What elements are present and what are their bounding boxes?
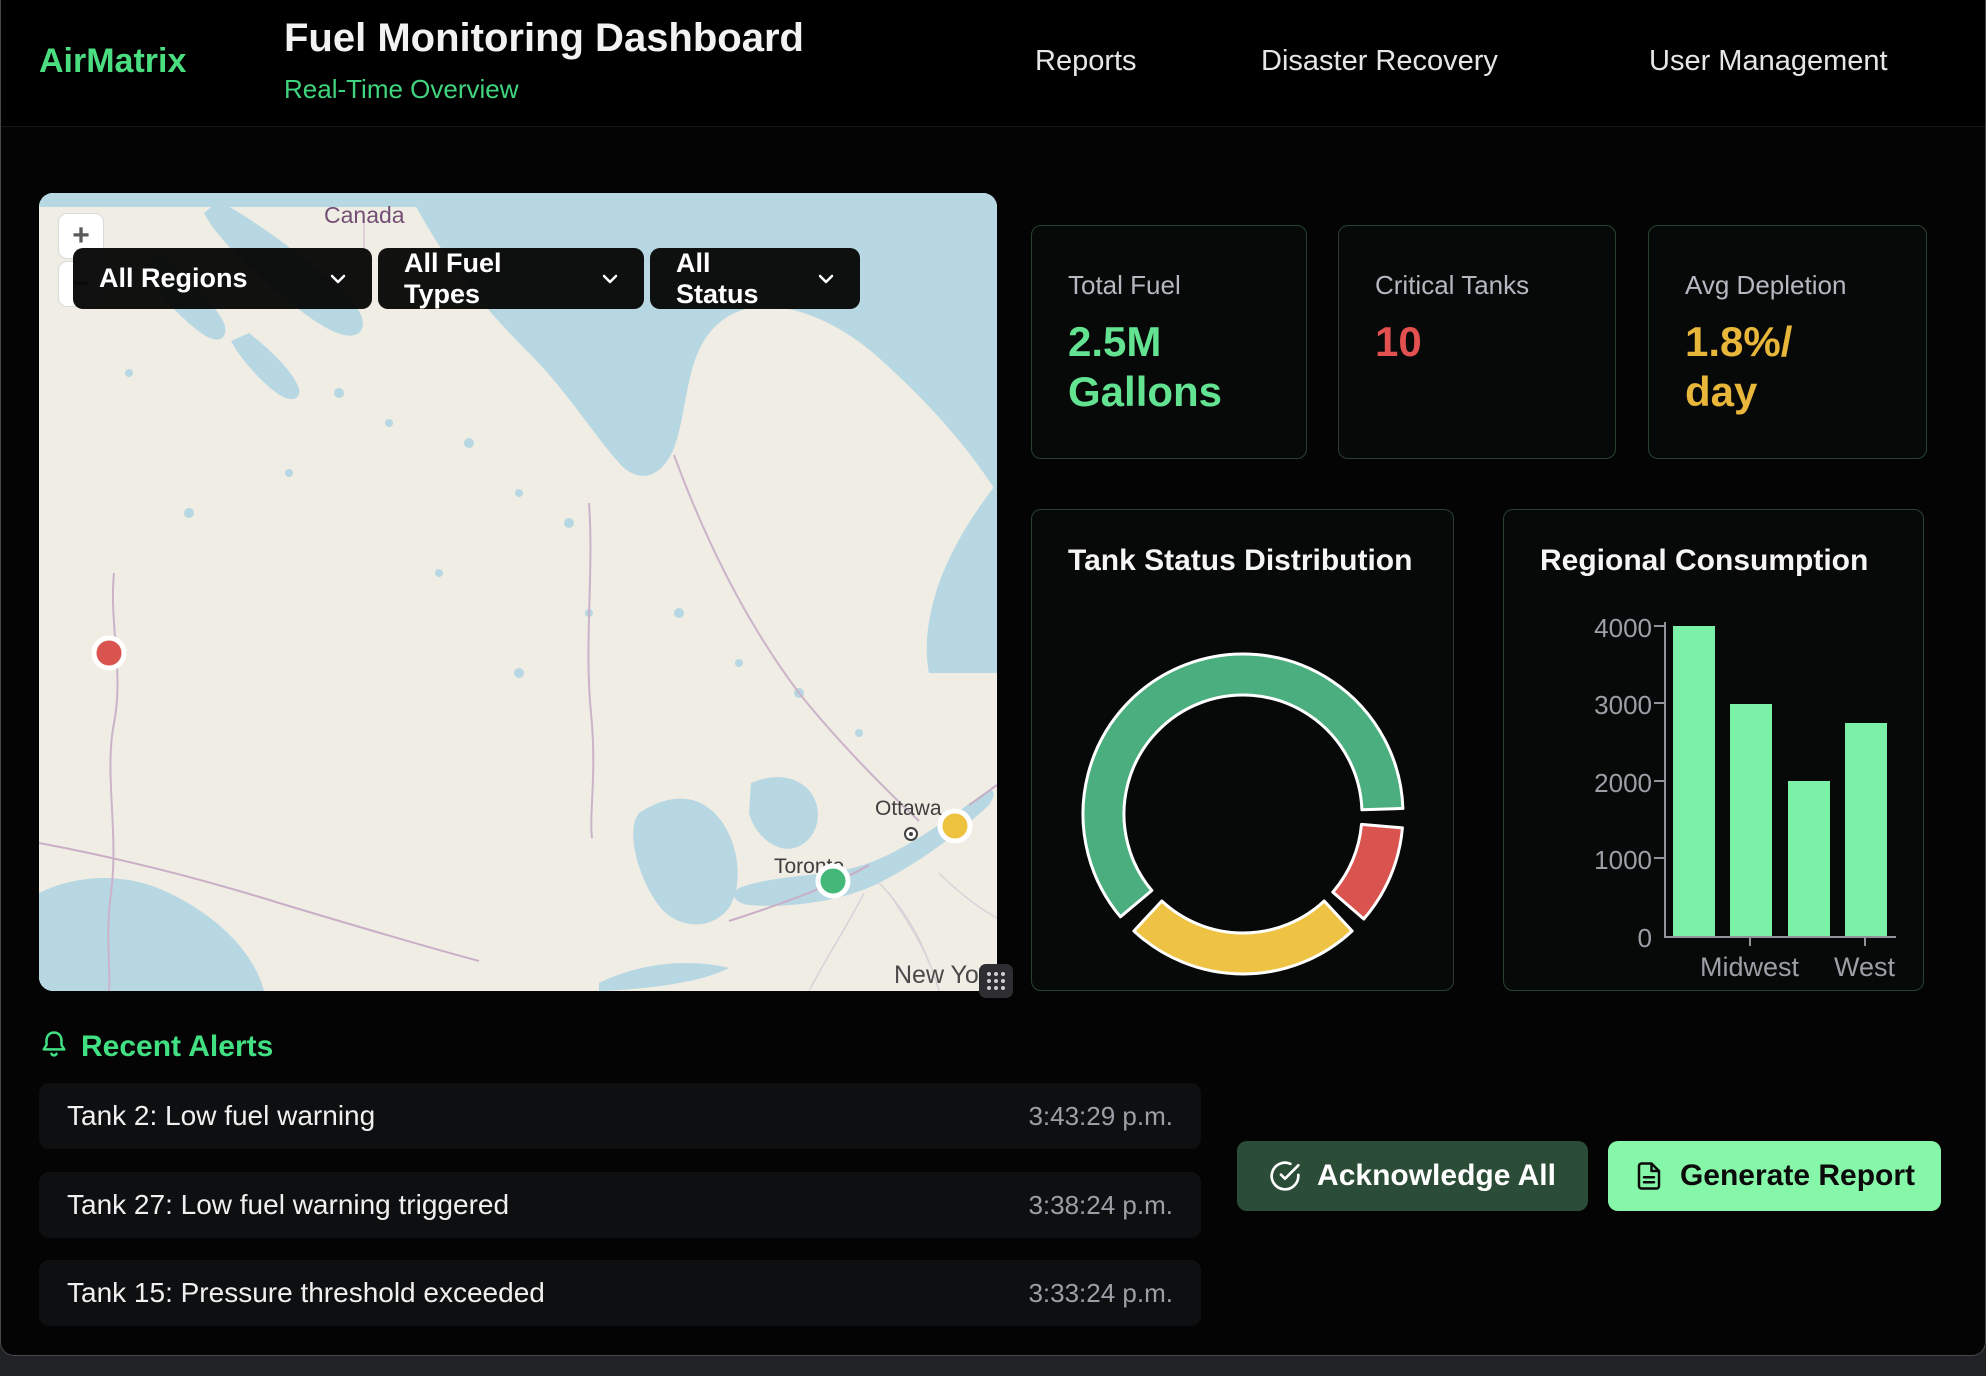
basemap: Canada Ottawa Toronto New York — [39, 193, 997, 991]
brand-logo: AirMatrix — [39, 42, 186, 81]
y-axis-tick: 4000 — [1592, 613, 1652, 644]
regional-consumption-card: Regional Consumption 4000 3000 2000 1000… — [1503, 509, 1924, 991]
x-axis-tick: Midwest — [1700, 952, 1799, 983]
y-tick-mark — [1654, 702, 1664, 704]
stat-card-total-fuel: Total Fuel 2.5M Gallons — [1031, 225, 1307, 459]
bar-chart-title: Regional Consumption — [1540, 544, 1868, 578]
chevron-down-icon — [330, 274, 346, 284]
generate-report-button[interactable]: Generate Report — [1608, 1141, 1941, 1211]
acknowledge-all-label: Acknowledge All — [1317, 1159, 1556, 1193]
x-axis-tick — [1665, 952, 1700, 983]
stat-value-total-fuel: 2.5M Gallons — [1068, 317, 1248, 416]
alert-text: Tank 27: Low fuel warning triggered — [67, 1189, 509, 1221]
screen: AirMatrix Fuel Monitoring Dashboard Real… — [0, 0, 1986, 1376]
x-axis-tick: West — [1834, 952, 1895, 983]
map[interactable]: Canada Ottawa Toronto New York − + All R… — [39, 193, 997, 991]
bar-series — [1665, 626, 1895, 936]
x-tick-mark — [1864, 938, 1866, 946]
y-tick-mark — [1654, 780, 1664, 782]
y-axis-tick: 1000 — [1592, 845, 1652, 876]
map-drag-handle-icon[interactable] — [979, 964, 1013, 998]
status-filter-value: All Status — [676, 248, 794, 310]
status-filter-dropdown[interactable]: All Status — [650, 248, 860, 309]
check-circle-icon — [1269, 1160, 1301, 1192]
map-filter-bar: All Regions All Fuel Types All Status — [73, 248, 860, 309]
chevron-down-icon — [602, 274, 618, 284]
stat-value-avg-depletion: 1.8%/day — [1685, 317, 1805, 416]
map-label-country: Canada — [324, 202, 405, 228]
alert-row: Tank 27: Low fuel warning triggered 3:38… — [39, 1172, 1201, 1238]
stat-label: Avg Depletion — [1685, 270, 1890, 301]
report-document-icon — [1634, 1161, 1664, 1191]
recent-alerts-heading: Recent Alerts — [81, 1030, 273, 1064]
alert-row: Tank 2: Low fuel warning 3:43:29 p.m. — [39, 1083, 1201, 1149]
bar-1 — [1730, 704, 1772, 937]
nav-disaster-recovery[interactable]: Disaster Recovery — [1261, 45, 1498, 78]
stat-value-critical-tanks: 10 — [1375, 317, 1579, 367]
fuel-type-filter-value: All Fuel Types — [404, 248, 578, 310]
y-axis-tick: 3000 — [1592, 690, 1652, 721]
y-tick-mark — [1654, 857, 1664, 859]
x-axis-labels: Midwest West — [1665, 952, 1895, 983]
x-axis-tick — [1799, 952, 1834, 983]
nav-reports[interactable]: Reports — [1035, 45, 1137, 78]
tank-status-distribution-card: Tank Status Distribution — [1031, 509, 1454, 991]
chevron-down-icon — [818, 274, 834, 284]
map-label-ottawa: Ottawa — [875, 797, 942, 820]
bar-3 — [1845, 723, 1887, 936]
alert-timestamp: 3:43:29 p.m. — [1028, 1101, 1173, 1132]
alert-row: Tank 15: Pressure threshold exceeded 3:3… — [39, 1260, 1201, 1326]
acknowledge-all-button[interactable]: Acknowledge All — [1237, 1141, 1588, 1211]
fuel-type-filter-dropdown[interactable]: All Fuel Types — [378, 248, 644, 309]
y-axis-tick: 2000 — [1592, 768, 1652, 799]
nav-user-management[interactable]: User Management — [1649, 45, 1888, 78]
stat-card-critical-tanks: Critical Tanks 10 — [1338, 225, 1616, 459]
header: AirMatrix Fuel Monitoring Dashboard Real… — [1, 0, 1985, 127]
donut-chart — [1032, 510, 1455, 992]
x-axis-line — [1664, 936, 1896, 938]
page-title: Fuel Monitoring Dashboard — [284, 16, 804, 61]
region-filter-dropdown[interactable]: All Regions — [73, 248, 372, 309]
alert-timestamp: 3:33:24 p.m. — [1028, 1278, 1173, 1309]
ottawa-town-icon-dot — [909, 832, 913, 836]
donut-segment-warning — [1134, 901, 1352, 974]
alert-text: Tank 15: Pressure threshold exceeded — [67, 1277, 545, 1309]
dashboard-panel: AirMatrix Fuel Monitoring Dashboard Real… — [0, 0, 1986, 1356]
y-axis-tick: 0 — [1592, 923, 1652, 954]
map-marker-normal[interactable] — [818, 866, 848, 896]
donut-segment-critical — [1333, 824, 1403, 919]
region-filter-value: All Regions — [99, 263, 248, 294]
bar-2 — [1788, 781, 1830, 936]
stat-label: Total Fuel — [1068, 270, 1270, 301]
generate-report-label: Generate Report — [1680, 1159, 1915, 1193]
y-tick-mark — [1654, 625, 1664, 627]
x-tick-mark — [1749, 938, 1751, 946]
map-marker-warning[interactable] — [940, 811, 970, 841]
alert-text: Tank 2: Low fuel warning — [67, 1100, 375, 1132]
stat-label: Critical Tanks — [1375, 270, 1579, 301]
bar-0 — [1673, 626, 1715, 936]
map-marker-critical[interactable] — [94, 638, 124, 668]
stat-card-avg-depletion: Avg Depletion 1.8%/day — [1648, 225, 1927, 459]
bell-icon — [39, 1028, 69, 1062]
alert-timestamp: 3:38:24 p.m. — [1028, 1190, 1173, 1221]
page-subtitle: Real-Time Overview — [284, 74, 519, 105]
